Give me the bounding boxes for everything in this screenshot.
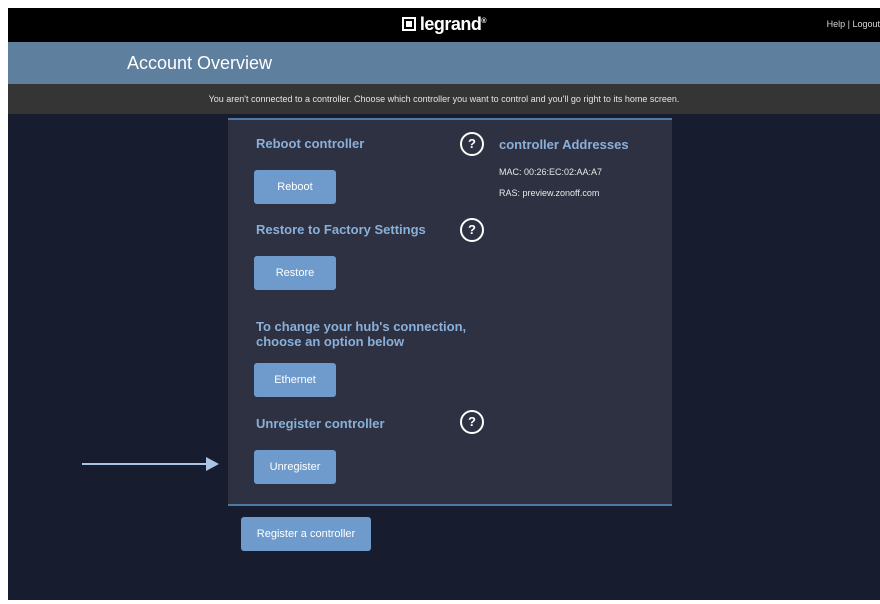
addresses-heading: controller Addresses (499, 137, 629, 152)
unregister-help-icon[interactable]: ? (460, 410, 484, 434)
unregister-heading: Unregister controller (256, 416, 385, 431)
notice-banner: You aren't connected to a controller. Ch… (8, 84, 880, 114)
top-bar: legrand® Help | Logout (8, 8, 880, 42)
ethernet-button[interactable]: Ethernet (254, 363, 336, 397)
page-title: Account Overview (127, 53, 273, 73)
logo-text: legrand (419, 14, 482, 34)
register-controller-button[interactable]: Register a controller (241, 517, 371, 551)
help-link[interactable]: Help (827, 19, 846, 29)
arrow-right-icon (206, 457, 219, 471)
restore-help-icon[interactable]: ? (460, 218, 484, 242)
reboot-button[interactable]: Reboot (254, 170, 336, 204)
mac-address: MAC: 00:26:EC:02:AA:A7 (499, 167, 603, 177)
logout-link[interactable]: Logout (852, 19, 880, 29)
app-frame: legrand® Help | Logout Account Overview … (8, 8, 880, 600)
restore-button[interactable]: Restore (254, 256, 336, 290)
connection-heading-line2: choose an option below (256, 334, 405, 349)
reboot-heading: Reboot controller (256, 136, 365, 151)
reboot-help-icon[interactable]: ? (460, 132, 484, 156)
controller-panel: Reboot controller ? Reboot controller Ad… (228, 118, 672, 506)
title-bar: Account Overview (8, 42, 880, 84)
legrand-logo: legrand® (8, 14, 880, 35)
top-links: Help | Logout (827, 19, 880, 29)
restore-heading: Restore to Factory Settings (256, 222, 426, 237)
logo-trademark: ® (481, 18, 487, 25)
connection-heading-line1: To change your hub's connection, (256, 319, 467, 334)
ras-address: RAS: preview.zonoff.com (499, 188, 600, 198)
logo-mark-icon (401, 17, 416, 31)
annotation-arrow-line (82, 463, 210, 465)
unregister-button[interactable]: Unregister (254, 450, 336, 484)
